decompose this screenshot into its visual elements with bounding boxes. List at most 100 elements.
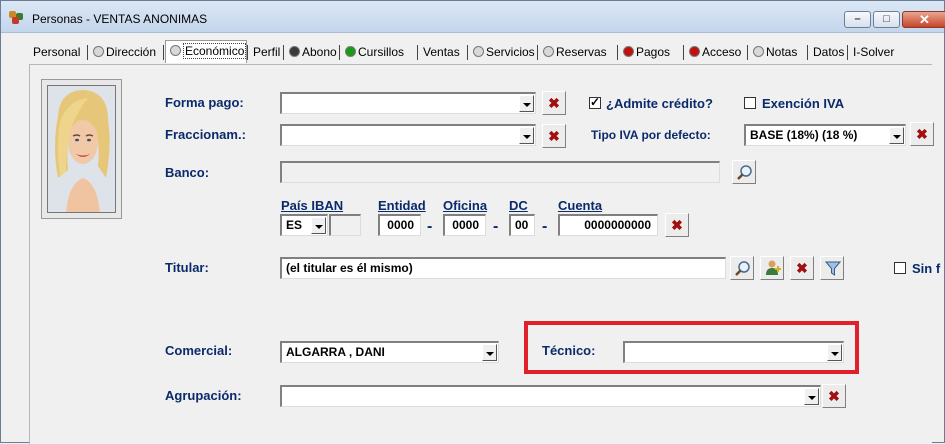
tab-reservas[interactable]: Reservas <box>539 42 607 63</box>
oficina-value: 0000 <box>452 218 479 232</box>
search-banco-button[interactable] <box>732 160 756 184</box>
tab-status-icon <box>753 46 764 57</box>
tab-divider <box>283 45 284 60</box>
titular-label: Titular: <box>165 260 209 275</box>
title-bar[interactable]: Personas - VENTAS ANONIMAS – □ ✕ <box>1 1 945 33</box>
iban-separator: - <box>493 218 499 235</box>
tipo-iva-select[interactable]: BASE (18%) (18 %) <box>744 124 906 146</box>
tab-status-icon <box>689 46 700 57</box>
tab-divider <box>847 45 848 60</box>
clear-agrupacion-button[interactable]: ✖ <box>822 384 846 408</box>
tab-label: Notas <box>766 45 798 59</box>
clear-forma-pago-button[interactable]: ✖ <box>542 91 566 115</box>
clear-titular-button[interactable]: ✖ <box>790 256 814 280</box>
add-titular-button[interactable] <box>760 256 784 280</box>
cuenta-field[interactable]: 0000000000 <box>558 214 658 236</box>
chevron-down-icon[interactable] <box>519 95 534 112</box>
tab-servicios[interactable]: Servicios <box>469 42 535 63</box>
tab-i-solver[interactable]: I-Solver <box>849 42 894 63</box>
tipo-iva-value: BASE (18%) (18 %) <box>750 128 858 142</box>
tab-divider <box>807 45 808 60</box>
maximize-button[interactable]: □ <box>873 11 900 28</box>
tab-cursillos[interactable]: Cursillos <box>341 42 404 63</box>
agrupacion-select[interactable] <box>280 385 821 407</box>
clear-fraccionam-button[interactable]: ✖ <box>542 124 566 148</box>
tab-perfil[interactable]: Perfil <box>249 42 280 63</box>
tab-notas[interactable]: Notas <box>749 42 797 63</box>
tab-ventas[interactable]: Ventas <box>419 42 460 63</box>
admite-credito-label: ¿Admite crédito? <box>606 96 713 111</box>
fraccionam-label: Fraccionam.: <box>165 127 246 142</box>
tab-divider <box>339 45 340 60</box>
delete-icon: ✖ <box>548 95 560 111</box>
tab-status-icon <box>289 46 300 57</box>
personas-window: Personas - VENTAS ANONIMAS – □ ✕ Persona… <box>0 0 945 444</box>
pais-iban-select[interactable]: ES <box>280 214 328 236</box>
tab-abono[interactable]: Abono <box>285 42 337 63</box>
close-icon: ✕ <box>919 12 930 27</box>
tab-label: Abono <box>302 45 337 59</box>
tab-label: Acceso <box>702 45 742 59</box>
fraccionam-select[interactable] <box>280 124 536 146</box>
banco-label: Banco: <box>165 165 210 180</box>
chevron-down-icon[interactable] <box>804 388 819 405</box>
comercial-select[interactable]: ALGARRA , DANI <box>280 341 499 363</box>
tab-direccion[interactable]: Dirección <box>89 42 156 63</box>
tab-status-icon <box>543 46 554 57</box>
tab-economico[interactable]: Económico <box>165 40 248 63</box>
tab-personal[interactable]: Personal <box>29 42 80 63</box>
filter-titular-button[interactable] <box>820 256 844 280</box>
tab-divider <box>417 45 418 60</box>
comercial-label: Comercial: <box>165 343 233 358</box>
photo-frame[interactable] <box>41 79 122 219</box>
tab-label: Pagos <box>636 45 671 59</box>
tab-status-icon <box>170 45 181 56</box>
exencion-iva-checkbox[interactable] <box>744 97 756 109</box>
tab-divider <box>617 45 618 60</box>
delete-icon: ✖ <box>548 128 560 144</box>
clear-iban-button[interactable]: ✖ <box>665 213 689 237</box>
tab-divider <box>247 45 248 60</box>
tab-divider <box>537 45 538 60</box>
entidad-field[interactable]: 0000 <box>378 214 421 236</box>
sin-checkbox[interactable] <box>894 262 906 274</box>
clear-tipo-iva-button[interactable]: ✖ <box>910 122 934 146</box>
titular-field[interactable]: (el titular es él mismo) <box>280 257 726 279</box>
iban-separator: - <box>427 218 433 235</box>
tab-label: Ventas <box>423 45 460 59</box>
add-person-icon <box>766 260 781 275</box>
search-icon <box>737 165 752 180</box>
pais-iban-value: ES <box>286 218 303 232</box>
tab-divider <box>87 45 88 60</box>
dc-label: DC <box>509 198 528 213</box>
chevron-down-icon[interactable] <box>482 344 497 361</box>
tab-status-icon <box>93 46 104 57</box>
tab-status-icon <box>473 46 484 57</box>
close-button[interactable]: ✕ <box>902 11 945 28</box>
banco-field[interactable] <box>280 161 720 183</box>
tab-divider <box>467 45 468 60</box>
iban-check-digits-field[interactable] <box>329 214 361 236</box>
tab-label: Personal <box>33 45 81 59</box>
search-icon <box>735 261 750 276</box>
tab-pagos[interactable]: Pagos <box>619 42 670 63</box>
tab-acceso[interactable]: Acceso <box>685 42 741 63</box>
forma-pago-label: Forma pago: <box>165 95 244 110</box>
chevron-down-icon[interactable] <box>889 127 904 144</box>
window-title: Personas - VENTAS ANONIMAS <box>32 12 208 26</box>
comercial-value: ALGARRA , DANI <box>286 345 385 359</box>
tab-datos[interactable]: Datos <box>809 42 844 63</box>
chevron-down-icon[interactable] <box>519 127 534 144</box>
search-titular-button[interactable] <box>730 256 754 280</box>
tab-label: Económico <box>183 43 247 59</box>
dc-field[interactable]: 00 <box>509 214 535 236</box>
oficina-field[interactable]: 0000 <box>443 214 486 236</box>
sin-label: Sin f <box>912 261 941 276</box>
minimize-button[interactable]: – <box>844 11 871 28</box>
forma-pago-select[interactable] <box>280 92 536 114</box>
dc-value: 00 <box>515 218 529 232</box>
admite-credito-checkbox[interactable] <box>589 95 601 109</box>
tab-label: Servicios <box>486 45 535 59</box>
tab-divider <box>747 45 748 60</box>
chevron-down-icon[interactable] <box>311 217 326 234</box>
